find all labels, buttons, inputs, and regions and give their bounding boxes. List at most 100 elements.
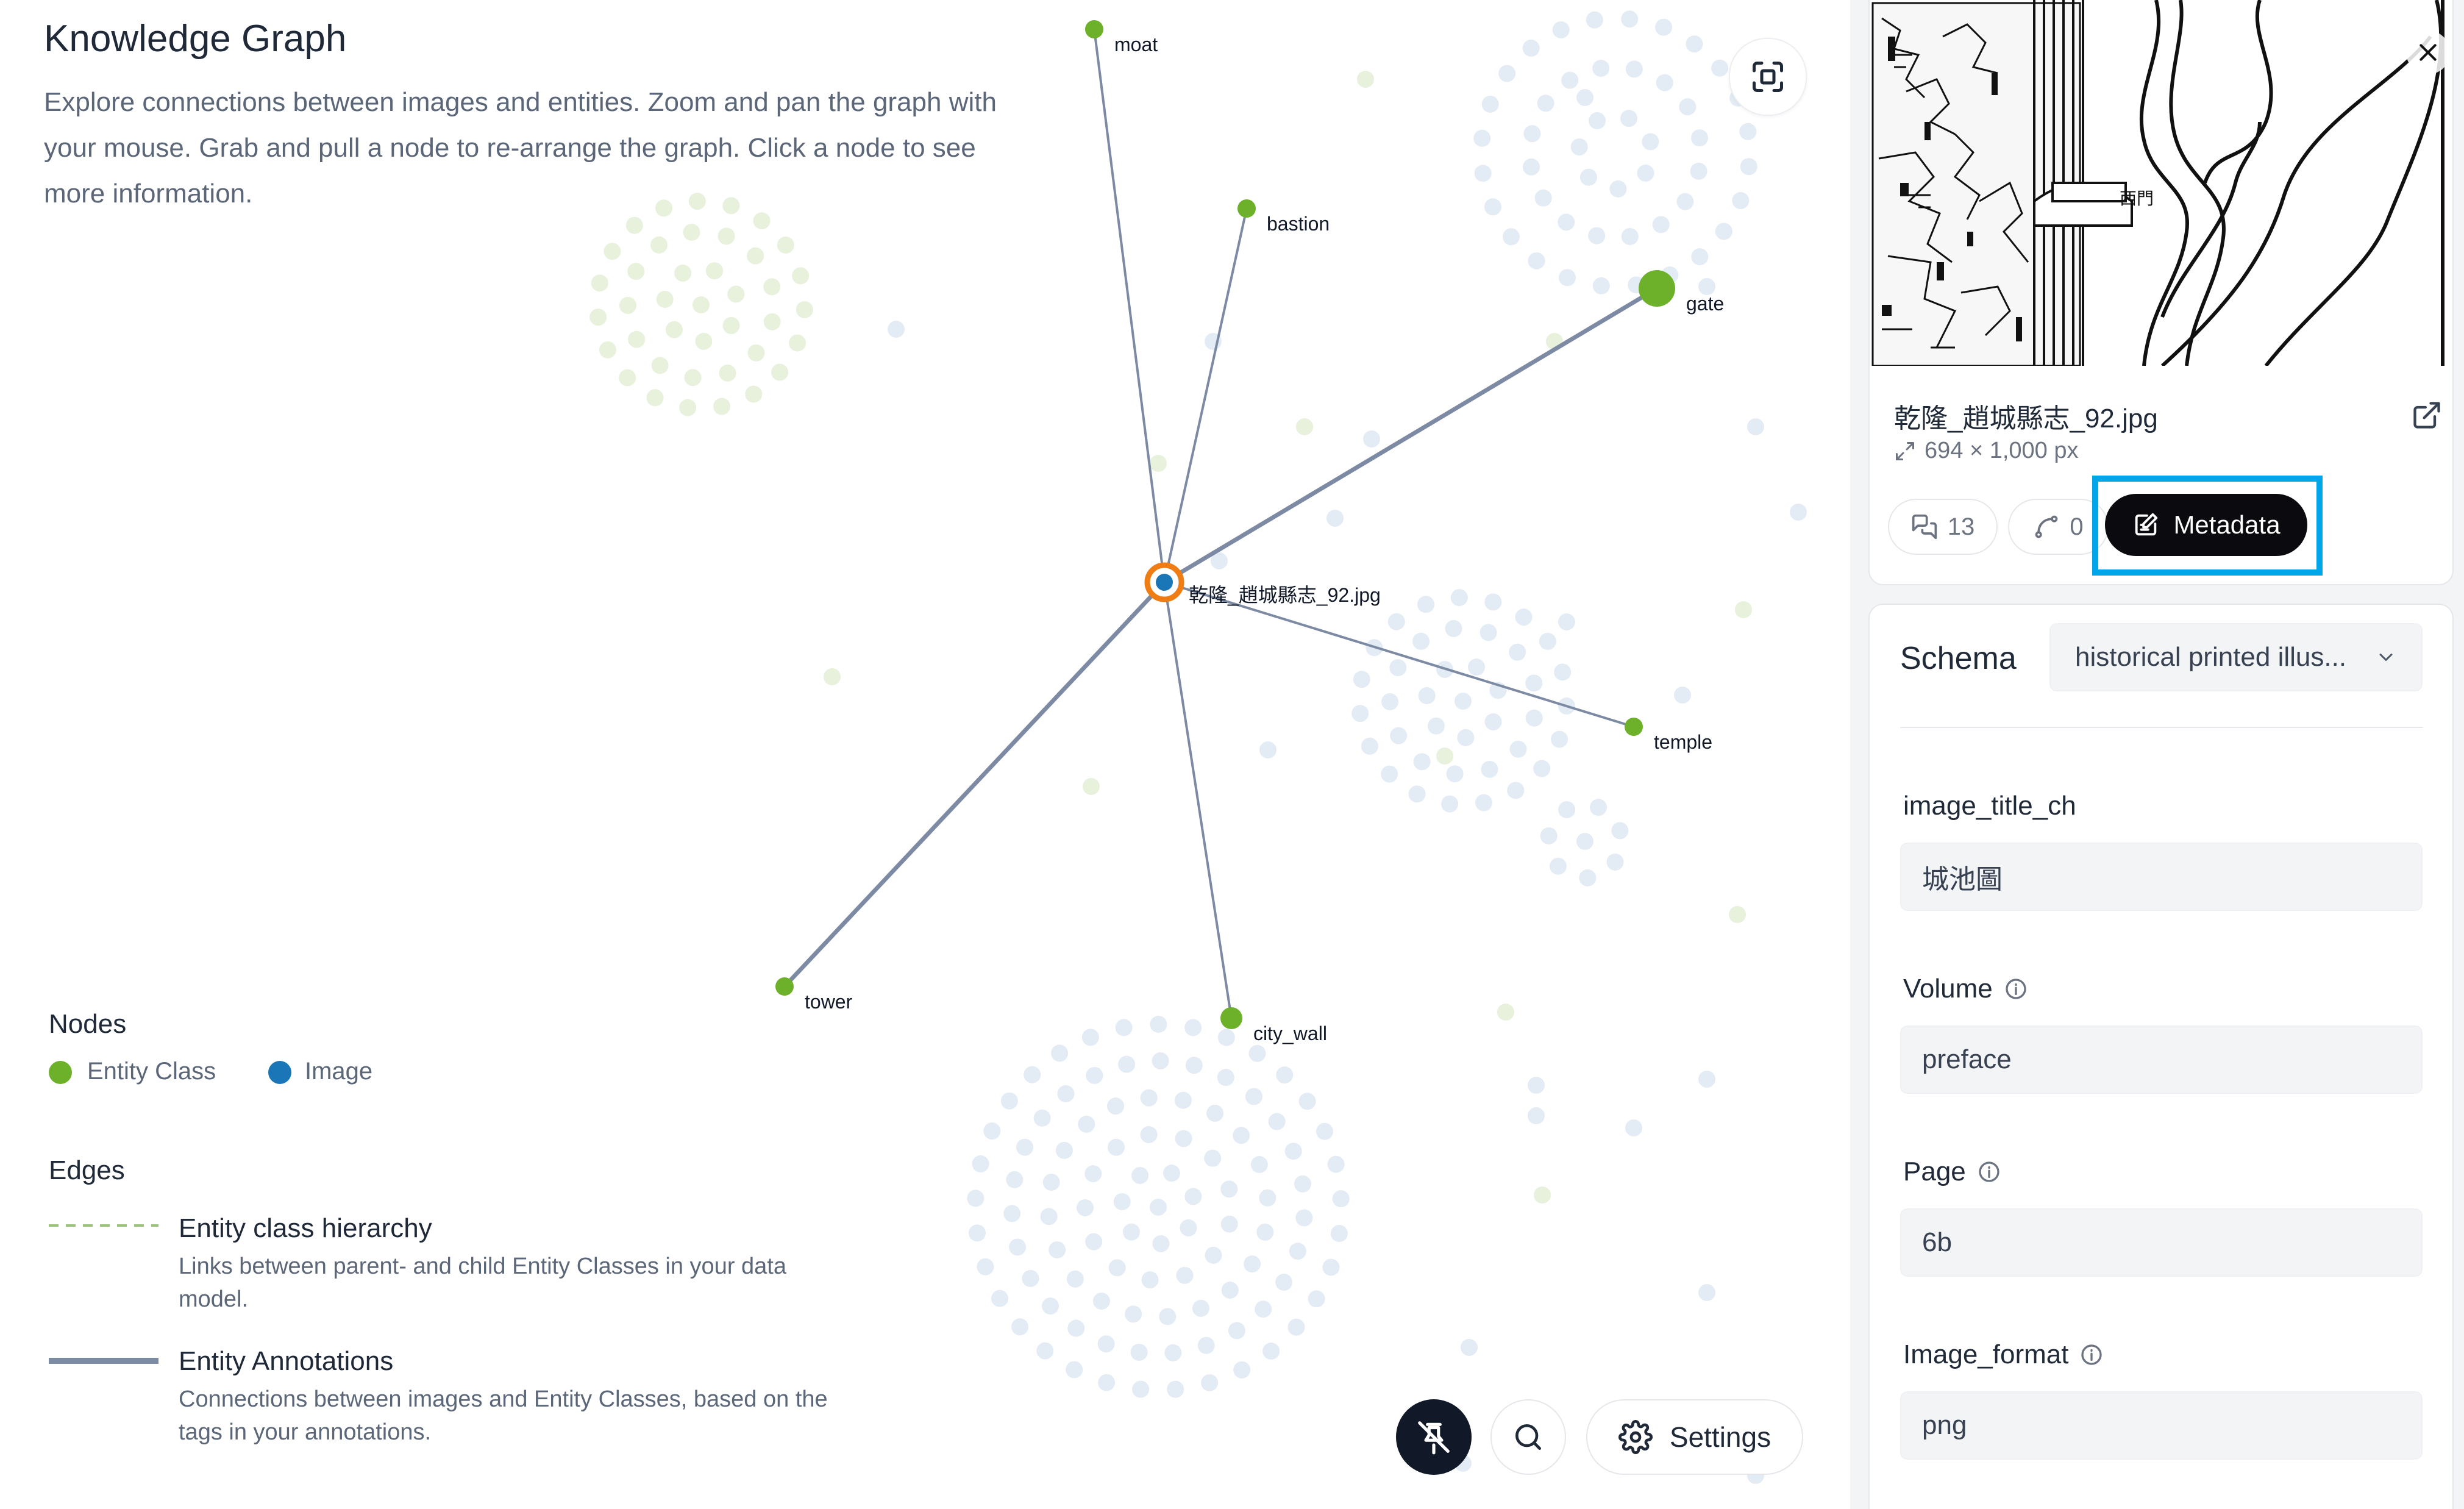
node-city-wall[interactable] xyxy=(1220,1007,1242,1029)
field-label-text: Page xyxy=(1903,1157,1966,1186)
comments-count: 13 xyxy=(1947,513,1975,540)
background-dot xyxy=(1412,632,1430,650)
fit-view-button[interactable] xyxy=(1729,38,1807,116)
background-dot xyxy=(683,223,700,241)
background-dot xyxy=(1625,60,1643,78)
background-dot xyxy=(1679,98,1697,116)
image-node[interactable] xyxy=(1156,574,1173,591)
image-thumbnail[interactable]: 西門 xyxy=(1870,0,2452,366)
background-dot xyxy=(1150,1199,1167,1216)
background-dot xyxy=(1656,74,1673,91)
background-dot xyxy=(1418,687,1436,704)
metadata-label: Metadata xyxy=(2173,510,2281,539)
pin-toggle-button[interactable] xyxy=(1396,1399,1472,1475)
background-dot xyxy=(1132,1380,1150,1398)
background-dot xyxy=(1579,168,1597,186)
node-tower[interactable] xyxy=(775,977,794,996)
background-dot xyxy=(650,236,668,254)
edge-tower xyxy=(783,580,1166,988)
background-dot xyxy=(1735,601,1752,618)
background-dot xyxy=(1484,198,1501,216)
info-icon[interactable] xyxy=(2079,1343,2104,1367)
background-dot xyxy=(1446,765,1464,783)
background-dot xyxy=(1081,1029,1099,1046)
background-dot xyxy=(1533,760,1551,777)
node-moat[interactable] xyxy=(1085,20,1103,38)
background-dot xyxy=(619,296,637,314)
background-dot xyxy=(1387,613,1405,630)
page-input[interactable] xyxy=(1900,1208,2423,1277)
field-label-page: Page xyxy=(1903,1157,2001,1187)
node-label-tower: tower xyxy=(805,991,853,1013)
background-dot xyxy=(1576,833,1593,850)
node-label-city-wall: city_wall xyxy=(1253,1022,1327,1044)
background-dot xyxy=(1066,1361,1083,1379)
background-dot xyxy=(651,357,669,374)
comments-button[interactable]: 13 xyxy=(1888,499,1998,555)
background-dot xyxy=(1185,1057,1203,1074)
dashed-edge-sample xyxy=(49,1224,158,1227)
settings-button[interactable]: Settings xyxy=(1586,1399,1803,1475)
edge-city-wall xyxy=(1163,582,1233,1019)
background-dot xyxy=(1022,1269,1039,1287)
background-dot xyxy=(1275,1274,1293,1291)
background-dot xyxy=(599,341,616,359)
background-dot xyxy=(1484,593,1502,611)
background-dot xyxy=(1729,906,1746,923)
background-dot xyxy=(1332,1190,1350,1208)
node-temple[interactable] xyxy=(1625,718,1643,736)
background-dot xyxy=(1326,510,1344,527)
background-dot xyxy=(1417,596,1435,613)
legend-annotations-desc: Connections between images and Entity Cl… xyxy=(179,1386,828,1445)
graph-canvas[interactable]: moat bastion gate temple city_wall tower 乾隆_趙城… xyxy=(0,0,1847,1509)
page-description: Explore connections between images and e… xyxy=(44,87,997,209)
image-dimensions: 694 × 1,000 px xyxy=(1894,438,2079,464)
image-title-ch-input[interactable] xyxy=(1900,843,2423,911)
node-bastion[interactable] xyxy=(1237,199,1256,218)
background-dot xyxy=(722,316,740,334)
background-dot xyxy=(1220,1180,1238,1198)
background-dot xyxy=(1558,269,1576,287)
info-icon[interactable] xyxy=(1977,1160,2001,1184)
search-icon xyxy=(1515,1424,1541,1450)
background-dot xyxy=(1220,1215,1238,1233)
info-icon[interactable] xyxy=(2004,977,2028,1001)
background-dot xyxy=(1592,277,1610,294)
schema-select[interactable]: historical printed illus... xyxy=(2049,623,2423,691)
background-dot xyxy=(1413,753,1431,771)
background-dot xyxy=(1118,1055,1136,1073)
volume-input[interactable] xyxy=(1900,1026,2423,1094)
background-dot xyxy=(1131,1166,1149,1184)
open-external-icon[interactable] xyxy=(2411,399,2443,431)
background-dot xyxy=(1244,1255,1261,1273)
background-dot xyxy=(789,334,806,352)
search-button[interactable] xyxy=(1490,1399,1566,1475)
background-dot xyxy=(1167,1380,1184,1398)
background-dot xyxy=(1551,730,1568,748)
background-dot xyxy=(1436,747,1453,765)
background-dot xyxy=(763,278,781,296)
close-panel-button[interactable] xyxy=(2406,30,2450,74)
background-dot xyxy=(1549,857,1567,875)
image-format-input[interactable] xyxy=(1900,1391,2423,1460)
background-dot xyxy=(1715,223,1732,240)
background-dot xyxy=(747,344,765,362)
background-dot xyxy=(1515,608,1533,626)
background-dot xyxy=(1523,158,1540,176)
background-dot xyxy=(1539,632,1556,650)
background-dot xyxy=(1357,71,1374,88)
background-dot xyxy=(991,1290,1009,1307)
background-dot xyxy=(1507,782,1525,799)
background-dot xyxy=(747,247,764,265)
background-dot xyxy=(1711,59,1729,77)
node-gate[interactable] xyxy=(1639,270,1675,307)
image-node-label: 乾隆_趙城縣志_92.jpg xyxy=(1189,584,1381,606)
background-dot xyxy=(674,264,692,282)
background-dot xyxy=(1523,125,1541,143)
background-dot xyxy=(1268,1113,1286,1130)
metadata-button[interactable]: Metadata xyxy=(2105,494,2307,556)
pin-off-icon xyxy=(1418,1421,1450,1455)
background-dot xyxy=(1217,1029,1235,1046)
background-dot xyxy=(1330,1225,1348,1243)
background-dot xyxy=(1621,227,1639,245)
